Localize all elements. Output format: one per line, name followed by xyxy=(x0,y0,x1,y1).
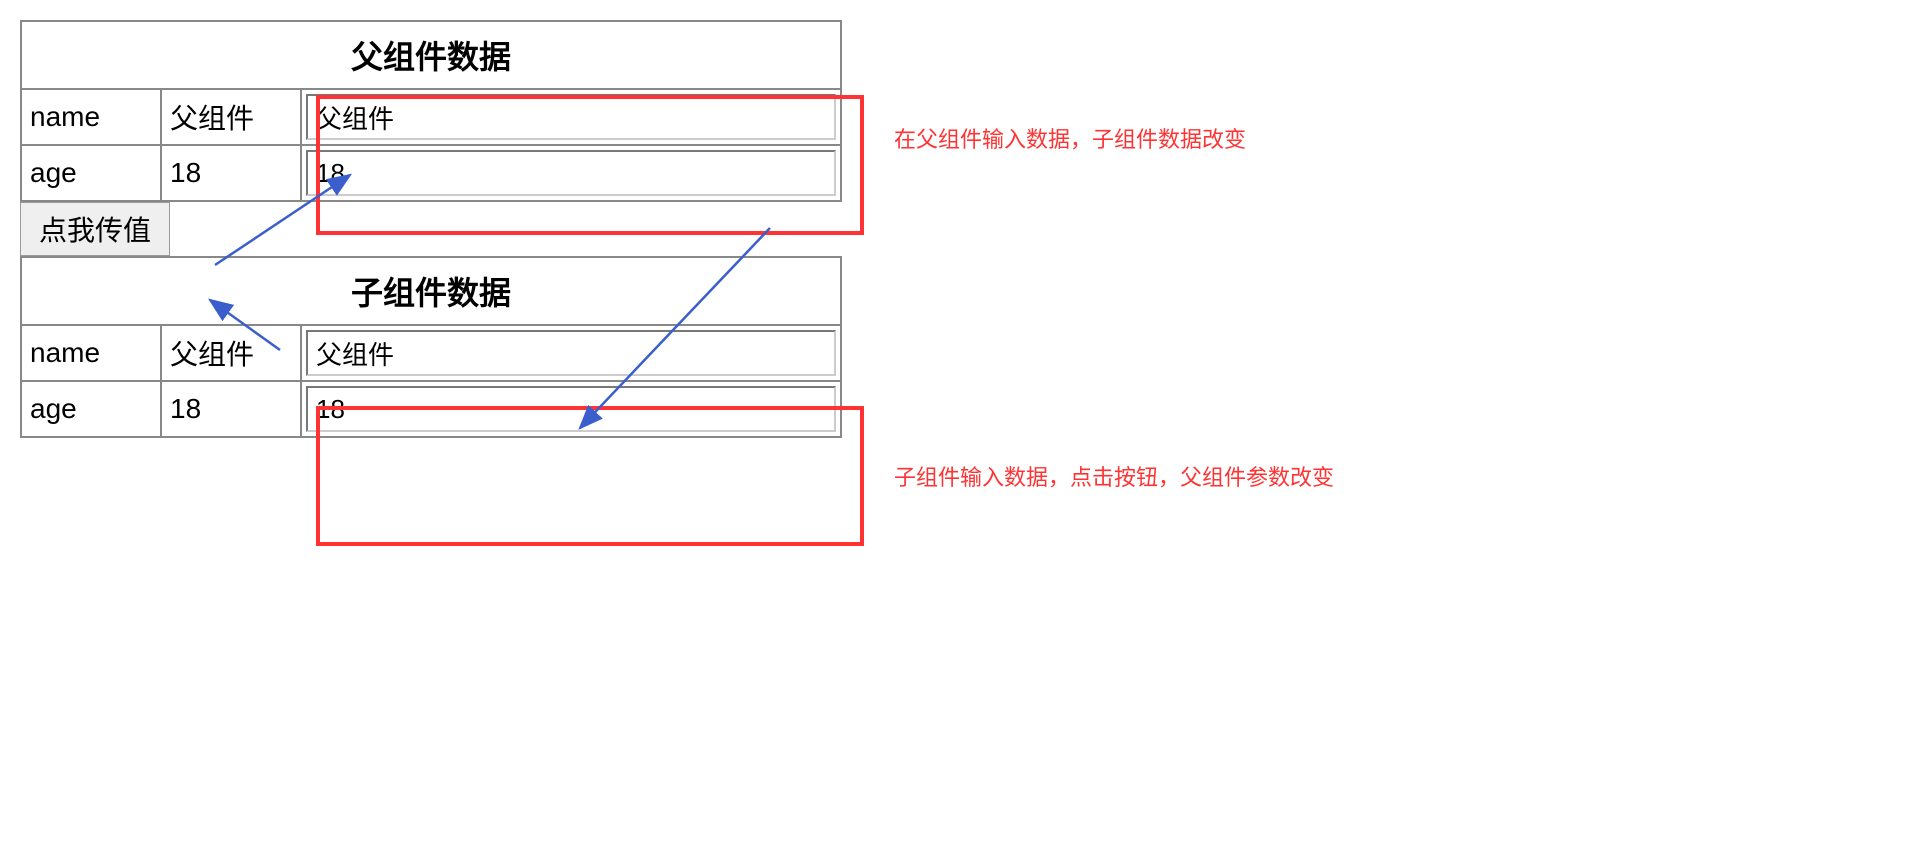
child-table: 子组件数据 name 父组件 age 18 xyxy=(20,256,842,438)
child-age-label: age xyxy=(21,381,161,437)
child-name-value: 父组件 xyxy=(161,325,301,381)
parent-table: 父组件数据 name 父组件 age 18 xyxy=(20,20,842,202)
parent-name-label: name xyxy=(21,89,161,145)
parent-name-value: 父组件 xyxy=(161,89,301,145)
table-row: age 18 xyxy=(21,381,841,437)
parent-age-input-cell xyxy=(301,145,841,201)
pass-value-button[interactable]: 点我传值 xyxy=(20,202,170,256)
child-name-label: name xyxy=(21,325,161,381)
child-age-value: 18 xyxy=(161,381,301,437)
child-table-title: 子组件数据 xyxy=(21,257,841,325)
annotation-bottom: 子组件输入数据，点击按钮，父组件参数改变 xyxy=(894,460,1334,492)
parent-age-input[interactable] xyxy=(306,150,836,196)
table-row: name 父组件 xyxy=(21,89,841,145)
child-name-input-cell xyxy=(301,325,841,381)
parent-name-input[interactable] xyxy=(306,94,836,140)
annotation-top: 在父组件输入数据，子组件数据改变 xyxy=(894,122,1246,154)
parent-name-input-cell xyxy=(301,89,841,145)
parent-age-value: 18 xyxy=(161,145,301,201)
child-age-input-cell xyxy=(301,381,841,437)
child-name-input[interactable] xyxy=(306,330,836,376)
table-row: name 父组件 xyxy=(21,325,841,381)
table-row: age 18 xyxy=(21,145,841,201)
parent-age-label: age xyxy=(21,145,161,201)
child-age-input[interactable] xyxy=(306,386,836,432)
parent-table-title: 父组件数据 xyxy=(21,21,841,89)
